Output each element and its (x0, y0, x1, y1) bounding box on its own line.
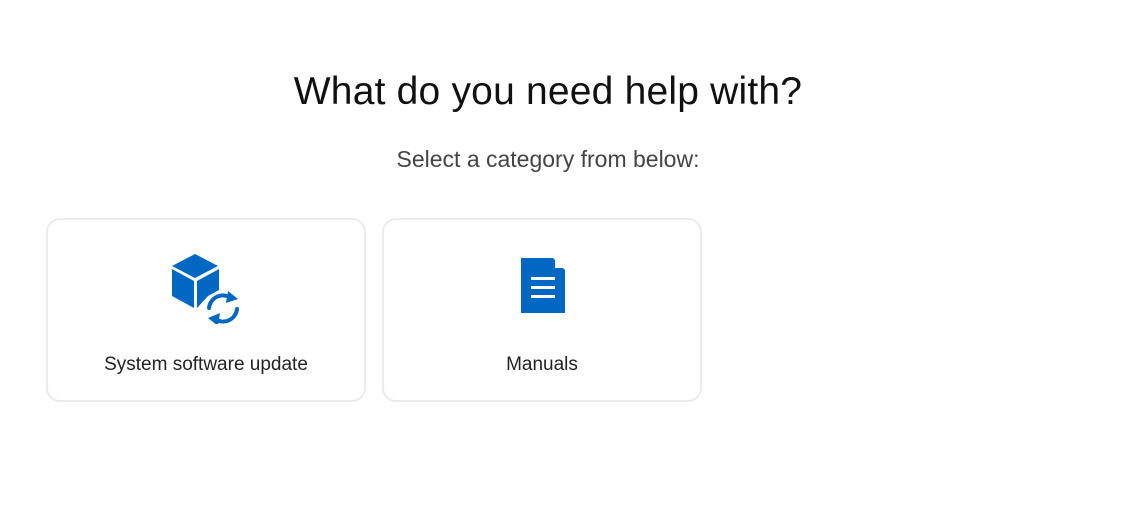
category-label: Manuals (506, 354, 578, 375)
page-subtitle: Select a category from below: (396, 146, 700, 172)
category-label: System software update (104, 354, 308, 375)
help-page: What do you need help with? Select a cat… (0, 0, 1139, 509)
category-list: System software update Manuals (46, 218, 702, 402)
document-icon (504, 252, 580, 324)
category-card-manuals[interactable]: Manuals (382, 218, 702, 402)
page-title: What do you need help with? (293, 70, 803, 113)
box-refresh-icon (168, 252, 244, 324)
category-card-system-software-update[interactable]: System software update (46, 218, 366, 402)
